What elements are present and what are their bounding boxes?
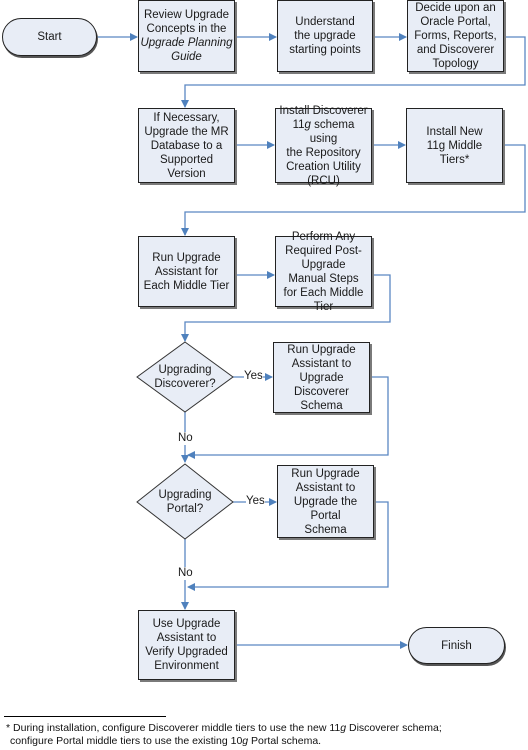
understand-starting-points-step: Understand the upgrade starting points <box>277 0 373 72</box>
discoverer-no-label: No <box>178 432 193 445</box>
start-label: Start <box>37 31 62 43</box>
verify-environment-step: Use Upgrade Assistant to Verify Upgraded… <box>138 610 235 680</box>
post-upgrade-step-label: Perform Any Required Post-Upgrade Manual… <box>283 230 364 313</box>
upgrade-discoverer-schema-label: Run Upgrade Assistant to Upgrade Discove… <box>287 343 356 412</box>
run-ua-step-label: Run Upgrade Assistant for Each Middle Ti… <box>143 251 230 292</box>
install-middle-tiers-step: Install New 11g Middle Tiers* <box>406 108 503 183</box>
mr-database-step-label: If Necessary, Upgrade the MR Database to… <box>144 111 229 180</box>
install-discoverer-schema-step: Install Discoverer 11g schema using the … <box>275 105 372 187</box>
run-ua-middle-tier-step: Run Upgrade Assistant for Each Middle Ti… <box>138 236 235 307</box>
upgrade-mr-database-step: If Necessary, Upgrade the MR Database to… <box>138 108 235 183</box>
decide-step-label: Decide upon an Oracle Portal, Forms, Rep… <box>414 2 497 70</box>
verify-step-label: Use Upgrade Assistant to Verify Upgraded… <box>145 618 228 672</box>
footnote-divider <box>4 716 166 717</box>
upgrade-portal-schema-step: Run Upgrade Assistant to Upgrade the Por… <box>277 465 374 538</box>
review-step-label: Review Upgrade Concepts in the Upgrade P… <box>140 9 233 63</box>
install-middle-tiers-step-label: Install New 11g Middle Tiers* <box>426 125 483 166</box>
post-upgrade-steps-step: Perform Any Required Post-Upgrade Manual… <box>275 231 372 313</box>
portal-yes-label: Yes <box>246 495 265 508</box>
understand-step-label: Understand the upgrade starting points <box>289 16 361 56</box>
discoverer-yes-label: Yes <box>244 370 263 383</box>
finish-terminator: Finish <box>408 627 505 664</box>
decision-discoverer-label: Upgrading Discoverer? <box>154 364 216 390</box>
footnote-line-2: configure Portal middle tiers to use the… <box>10 735 322 747</box>
footnote-line-1: * During installation, configure Discove… <box>6 722 442 734</box>
footnote: * During installation, configure Discove… <box>6 722 442 748</box>
portal-no-label: No <box>178 567 193 580</box>
review-upgrade-concepts-step: Review Upgrade Concepts in the Upgrade P… <box>138 0 235 72</box>
install-schema-step-label: Install Discoverer 11g schema using the … <box>279 104 368 187</box>
decision-portal-label: Upgrading Portal? <box>158 489 212 515</box>
upgrade-portal-schema-label: Run Upgrade Assistant to Upgrade the Por… <box>291 467 360 536</box>
start-terminator: Start <box>2 18 97 56</box>
upgrade-discoverer-schema-step: Run Upgrade Assistant to Upgrade Discove… <box>273 342 370 413</box>
finish-label: Finish <box>441 639 472 652</box>
decide-topology-step: Decide upon an Oracle Portal, Forms, Rep… <box>407 0 504 72</box>
